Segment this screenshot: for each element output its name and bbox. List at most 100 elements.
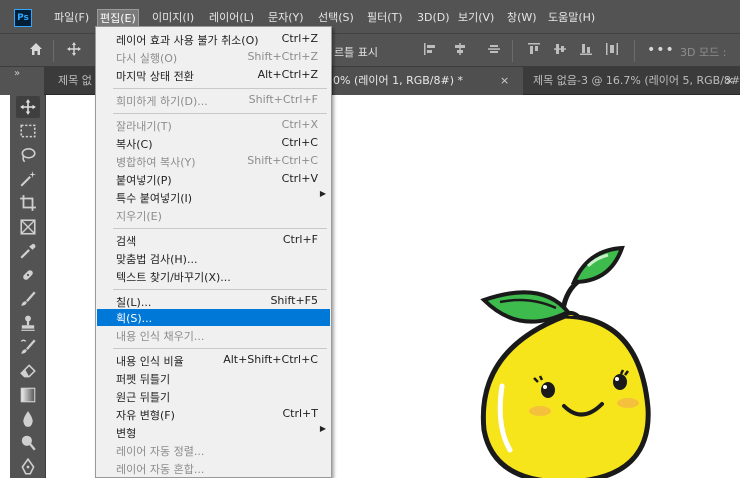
align-left-icon[interactable] — [420, 41, 440, 61]
gradient-tool-icon[interactable] — [16, 384, 40, 406]
dodge-tool-icon[interactable] — [16, 432, 40, 454]
menu-item-shortcut: Ctrl+V — [281, 172, 318, 185]
blur-tool-icon[interactable] — [16, 408, 40, 430]
menu-item-label: 자유 변형(F) — [116, 409, 175, 422]
3d-mode-label: 3D 모드 : — [680, 46, 727, 59]
crop-tool-icon[interactable] — [16, 192, 40, 214]
menu-layer[interactable]: 레이어(L) — [207, 9, 256, 27]
menu-item-label: 레이어 자동 혼합... — [116, 463, 205, 476]
menu-item-label: 레이어 효과 사용 불가 취소(O) — [116, 34, 259, 47]
menu-item-cut[interactable]: 잘라내기(T) Ctrl+X — [97, 117, 330, 134]
marquee-tool-icon[interactable] — [16, 120, 40, 142]
menu-item-shortcut: Shift+Ctrl+F — [248, 93, 318, 106]
document-tab-3[interactable]: 제목 없음-3 @ 16.7% (레이어 5, RGB/8#) * × — [523, 67, 740, 95]
pen-tool-icon[interactable] — [16, 456, 40, 478]
menu-item-perspective-warp[interactable]: 원근 뒤틀기 — [97, 388, 330, 405]
menu-item-paste-special[interactable]: 특수 붙여넣기(I) ▶ — [97, 189, 330, 206]
menu-edit[interactable]: 편집(E) — [97, 9, 139, 27]
align-top-icon[interactable] — [524, 41, 544, 61]
menu-item-shortcut: Ctrl+F — [282, 233, 318, 246]
magic-wand-tool-icon[interactable] — [16, 168, 40, 190]
menu-item-shortcut: Ctrl+X — [281, 118, 318, 131]
options-divider — [512, 40, 513, 62]
show-transform-label[interactable]: 르틀 표시 — [334, 44, 378, 60]
move-icon[interactable] — [64, 41, 84, 61]
distribute-icon[interactable] — [602, 41, 622, 61]
menu-item-content-aware-fill[interactable]: 내용 인식 채우기... — [97, 327, 330, 344]
menu-item-free-transform[interactable]: 자유 변형(F) Ctrl+T — [97, 406, 330, 423]
menu-item-search[interactable]: 검색 Ctrl+F — [97, 232, 330, 249]
menu-item-copy[interactable]: 복사(C) Ctrl+C — [97, 135, 330, 152]
tab-title: 제목 없 — [58, 74, 92, 87]
clone-stamp-tool-icon[interactable] — [16, 312, 40, 334]
menu-item-label: 내용 인식 채우기... — [116, 330, 205, 343]
menu-item-transform[interactable]: 변형 ▶ — [97, 424, 330, 441]
menu-item-label: 지우기(E) — [116, 210, 162, 223]
tools-panel — [10, 92, 46, 478]
menu-item-undo[interactable]: 레이어 효과 사용 불가 취소(O) Ctrl+Z — [97, 31, 330, 48]
menu-item-clear[interactable]: 지우기(E) — [97, 207, 330, 224]
menu-item-shortcut: Alt+Ctrl+Z — [257, 68, 318, 81]
eraser-tool-icon[interactable] — [16, 360, 40, 382]
move-tool-icon[interactable] — [16, 96, 40, 118]
menu-item-copy-merged[interactable]: 병합하여 복사(Y) Shift+Ctrl+C — [97, 153, 330, 170]
menu-item-label: 퍼펫 뒤틀기 — [116, 373, 171, 386]
menu-item-label: 마지막 상태 전환 — [116, 70, 194, 83]
menu-item-label: 복사(C) — [116, 138, 153, 151]
align-center-icon[interactable] — [450, 41, 470, 61]
menu-file[interactable]: 파일(F) — [52, 9, 91, 27]
align-middle-icon[interactable] — [484, 41, 504, 61]
menu-item-auto-blend-layers[interactable]: 레이어 자동 혼합... — [97, 460, 330, 477]
menu-item-stroke[interactable]: 획(S)... — [97, 309, 330, 326]
healing-brush-tool-icon[interactable] — [16, 264, 40, 286]
submenu-arrow-icon: ▶ — [319, 424, 326, 433]
menu-item-fade[interactable]: 희미하게 하기(D)... Shift+Ctrl+F — [97, 92, 330, 109]
menu-item-fill[interactable]: 칠(L)... Shift+F5 — [97, 293, 330, 310]
menu-3d[interactable]: 3D(D) — [415, 9, 452, 27]
document-tab-1[interactable]: 제목 없 — [44, 67, 96, 95]
menu-help[interactable]: 도움말(H) — [546, 9, 597, 27]
menu-item-label: 레이어 자동 정렬... — [116, 445, 205, 458]
brush-tool-icon[interactable] — [16, 288, 40, 310]
menu-item-label: 변형 — [116, 427, 137, 440]
menu-item-find-replace-text[interactable]: 텍스트 찾기/바꾸기(X)... — [97, 268, 330, 285]
document-tab-active[interactable]: 0% (레이어 1, RGB/8#) * × — [333, 67, 523, 95]
menu-image[interactable]: 이미지(I) — [150, 9, 196, 27]
menu-item-content-aware-scale[interactable]: 내용 인식 비율 Alt+Shift+Ctrl+C — [97, 352, 330, 369]
menu-item-label: 잘라내기(T) — [116, 120, 172, 133]
menu-type[interactable]: 문자(Y) — [266, 9, 306, 27]
menu-item-toggle-last-state[interactable]: 마지막 상태 전환 Alt+Ctrl+Z — [97, 67, 330, 84]
menu-item-label: 특수 붙여넣기(I) — [116, 192, 193, 205]
photoshop-logo: Ps — [14, 9, 32, 27]
eyedropper-tool-icon[interactable] — [16, 240, 40, 262]
menu-item-label: 텍스트 찾기/바꾸기(X)... — [116, 271, 231, 284]
menu-window[interactable]: 창(W) — [505, 9, 539, 27]
home-icon[interactable] — [26, 41, 46, 61]
lasso-tool-icon[interactable] — [16, 144, 40, 166]
align-bottom-icon[interactable] — [576, 41, 596, 61]
menu-item-label: 획(S)... — [116, 312, 153, 325]
menu-item-shortcut: Shift+Ctrl+Z — [247, 50, 318, 63]
menu-item-shortcut: Ctrl+C — [281, 136, 318, 149]
menu-item-redo[interactable]: 다시 실행(O) Shift+Ctrl+Z — [97, 49, 330, 66]
tab-close-icon[interactable]: × — [500, 67, 509, 95]
submenu-arrow-icon: ▶ — [319, 189, 326, 198]
menu-item-paste[interactable]: 붙여넣기(P) Ctrl+V — [97, 171, 330, 188]
menu-item-check-spelling[interactable]: 맞춤법 검사(H)... — [97, 250, 330, 267]
menu-item-label: 맞춤법 검사(H)... — [116, 253, 198, 266]
menu-filter[interactable]: 필터(T) — [365, 9, 405, 27]
menu-item-label: 검색 — [116, 235, 137, 248]
more-options-button[interactable]: ••• — [647, 42, 675, 58]
history-brush-tool-icon[interactable] — [16, 336, 40, 358]
options-divider — [53, 40, 54, 62]
menu-item-label: 다시 실행(O) — [116, 52, 178, 65]
lemon-character-illustration — [480, 245, 651, 478]
menu-item-auto-align-layers[interactable]: 레이어 자동 정렬... — [97, 442, 330, 459]
menu-item-puppet-warp[interactable]: 퍼펫 뒤틀기 — [97, 370, 330, 387]
collapse-panel-button[interactable]: » — [14, 68, 20, 79]
menu-view[interactable]: 보기(V) — [456, 9, 496, 27]
tab-close-icon[interactable]: × — [725, 67, 734, 95]
menu-select[interactable]: 선택(S) — [316, 9, 356, 27]
align-vcenter-icon[interactable] — [550, 41, 570, 61]
frame-tool-icon[interactable] — [16, 216, 40, 238]
